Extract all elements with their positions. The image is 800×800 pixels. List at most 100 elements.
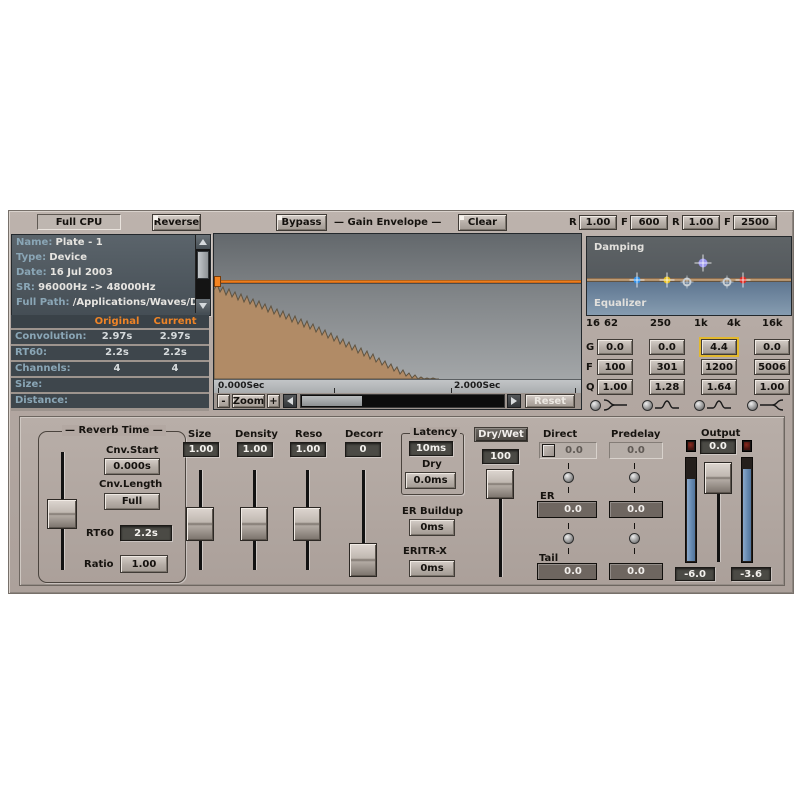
- direct-gain-field[interactable]: 0.0: [539, 442, 597, 459]
- eq-q-band3[interactable]: 1.64: [701, 379, 737, 395]
- output-gain-display[interactable]: 0.0: [700, 439, 736, 454]
- table-row: Channels: 4 4: [11, 362, 209, 376]
- clip-led-left-icon[interactable]: [686, 440, 696, 452]
- eq-graph[interactable]: Damping Equalizer: [586, 236, 792, 316]
- reverb-time-title: — Reverb Time —: [62, 425, 166, 436]
- output-slider-handle[interactable]: [704, 462, 732, 494]
- rf-field-f2[interactable]: 2500: [733, 215, 777, 230]
- eq-gain-band3-selected[interactable]: 4.4: [699, 337, 739, 357]
- dry-wet-display[interactable]: 100: [482, 449, 519, 464]
- decorr-display[interactable]: 0: [345, 442, 381, 457]
- direct-er-knob[interactable]: [563, 472, 574, 483]
- eq-freq-band3[interactable]: 1200: [701, 359, 737, 375]
- reverb-time-slider-handle[interactable]: [47, 499, 77, 529]
- reso-display[interactable]: 1.00: [290, 442, 326, 457]
- table-row: Convolution: 2.97s 2.97s: [11, 330, 209, 344]
- eq-point-blue[interactable]: [629, 272, 645, 288]
- rf-field-r2[interactable]: 1.00: [682, 215, 720, 230]
- tail-predelay-field[interactable]: 0.0: [609, 563, 663, 580]
- density-display[interactable]: 1.00: [237, 442, 273, 457]
- filter-select-ball-icon[interactable]: [694, 399, 705, 411]
- filter-select-ball-icon[interactable]: [747, 399, 758, 411]
- direct-er-predelay-knob[interactable]: [629, 472, 640, 483]
- scroll-down-icon[interactable]: [196, 299, 210, 313]
- gain-envelope-handle[interactable]: [214, 276, 221, 287]
- rt60-label: RT60: [86, 528, 114, 539]
- ratio-field[interactable]: 1.00: [120, 555, 168, 573]
- eq-freq-band4[interactable]: 5006: [754, 359, 790, 375]
- rf-label-f1: F: [621, 217, 628, 228]
- eq-q-band2[interactable]: 1.28: [649, 379, 685, 395]
- clear-button[interactable]: Clear: [458, 214, 507, 231]
- time-start-label: 0.000Sec: [218, 381, 265, 391]
- eq-gain-band4[interactable]: 0.0: [754, 339, 790, 355]
- filter-type-band2[interactable]: [642, 398, 681, 412]
- density-label: Density: [235, 429, 278, 440]
- scrollbar-thumb[interactable]: [197, 251, 209, 279]
- info-scrollbar[interactable]: [195, 235, 210, 313]
- er-tail-predelay-knob[interactable]: [629, 533, 640, 544]
- scroll-right-icon[interactable]: [507, 394, 521, 408]
- predelay-label: Predelay: [611, 429, 661, 440]
- filter-select-ball-icon[interactable]: [590, 399, 601, 411]
- er-buildup-field[interactable]: 0ms: [409, 519, 455, 536]
- tail-gain-field[interactable]: 0.0: [537, 563, 597, 580]
- rf-label-r2: R: [672, 217, 680, 228]
- bypass-button[interactable]: Bypass: [276, 214, 327, 231]
- density-slider-handle[interactable]: [240, 507, 268, 541]
- reverse-button[interactable]: Reverse: [152, 214, 201, 231]
- dry-wet-button[interactable]: Dry/Wet: [474, 427, 528, 442]
- rf-field-r1[interactable]: 1.00: [579, 215, 617, 230]
- cnv-length-field[interactable]: Full: [104, 493, 160, 510]
- decorr-slider-handle[interactable]: [349, 543, 377, 577]
- eq-point-band-purple[interactable]: [694, 254, 712, 272]
- zoom-in-button[interactable]: +: [267, 394, 280, 408]
- bell-icon: [655, 400, 679, 409]
- eq-point-yellow[interactable]: [659, 272, 675, 288]
- er-gain-field[interactable]: 0.0: [537, 501, 597, 518]
- zoom-out-button[interactable]: -: [217, 394, 230, 408]
- rt60-display[interactable]: 2.2s: [120, 525, 172, 541]
- scroll-up-icon[interactable]: [196, 235, 210, 249]
- eq-freq-band1[interactable]: 100: [597, 359, 633, 375]
- eq-q-band4[interactable]: 1.00: [754, 379, 790, 395]
- info-row-sr: SR: 96000Hz -> 48000Hz: [16, 282, 156, 293]
- direct-predelay-field[interactable]: 0.0: [609, 442, 663, 459]
- bell-icon: [707, 400, 731, 409]
- waveform-area[interactable]: [214, 234, 581, 379]
- filter-type-band4[interactable]: [747, 398, 786, 412]
- eq-point-red[interactable]: [735, 272, 751, 288]
- eritr-x-field[interactable]: 0ms: [409, 560, 455, 577]
- eq-point-band2[interactable]: [720, 275, 734, 289]
- plugin-window: Full CPU Reverse Bypass — Gain Envelope …: [8, 210, 794, 594]
- reset-button[interactable]: Reset: [525, 394, 575, 408]
- eq-point-band1[interactable]: [680, 275, 694, 289]
- full-cpu-display[interactable]: Full CPU: [37, 214, 121, 230]
- eq-q-band1[interactable]: 1.00: [597, 379, 633, 395]
- eq-freq-band2[interactable]: 301: [649, 359, 685, 375]
- clip-led-right-icon[interactable]: [742, 440, 752, 452]
- table-row: RT60: 2.2s 2.2s: [11, 346, 209, 360]
- eq-damping-panel: Damping Equalizer 16 62 250 1k 4k 16k G …: [586, 236, 792, 411]
- er-predelay-field[interactable]: 0.0: [609, 501, 663, 518]
- cnv-start-field[interactable]: 0.000s: [104, 458, 160, 475]
- size-display[interactable]: 1.00: [183, 442, 219, 457]
- dry-wet-slider-handle[interactable]: [486, 469, 514, 499]
- rf-field-f1[interactable]: 600: [630, 215, 668, 230]
- er-tail-knob[interactable]: [563, 533, 574, 544]
- eq-gain-band1[interactable]: 0.0: [597, 339, 633, 355]
- filter-type-band1[interactable]: [590, 398, 629, 412]
- gain-envelope-line[interactable]: [214, 280, 581, 283]
- filter-type-band3[interactable]: [694, 398, 733, 412]
- direct-checkbox-icon[interactable]: [542, 444, 555, 457]
- waveform-scrollbar-thumb[interactable]: [302, 396, 362, 406]
- scroll-left-icon[interactable]: [283, 394, 297, 408]
- waveform-scrollbar[interactable]: [300, 394, 505, 408]
- latency-display[interactable]: 10ms: [409, 441, 453, 456]
- eq-gain-band2[interactable]: 0.0: [649, 339, 685, 355]
- ratio-label: Ratio: [84, 559, 114, 570]
- reso-slider-handle[interactable]: [293, 507, 321, 541]
- filter-select-ball-icon[interactable]: [642, 399, 653, 411]
- latency-dry-field[interactable]: 0.0ms: [405, 472, 456, 489]
- size-slider-handle[interactable]: [186, 507, 214, 541]
